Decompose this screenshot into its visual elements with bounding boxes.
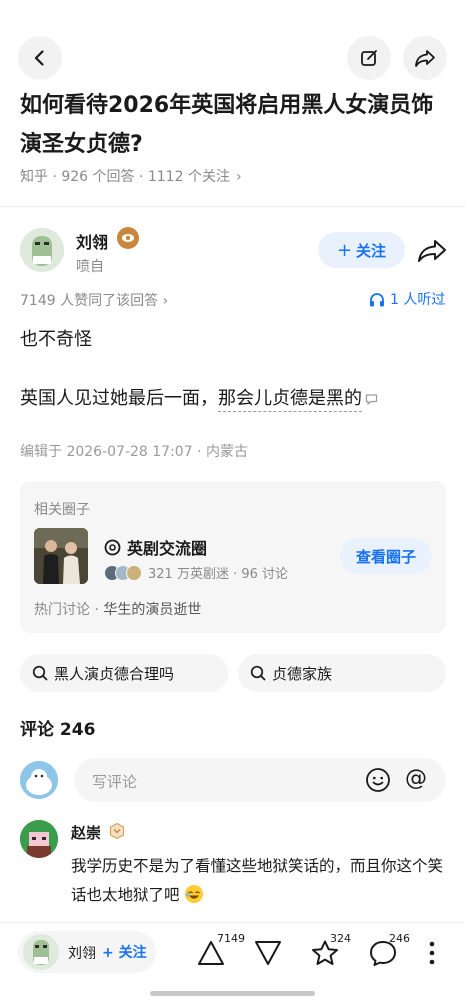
hot-discussion[interactable]: 热门讨论 · 华生的演员逝世 <box>34 599 201 619</box>
comments-title: 评论 246 <box>20 720 96 740</box>
answer-paragraph-1: 也不奇怪 <box>20 329 92 350</box>
author-avatar[interactable] <box>20 228 64 272</box>
circle-stats-text: 321 万英剧迷 · 96 讨论 <box>148 567 289 582</box>
chevron-right-icon: › <box>235 169 242 185</box>
question-title[interactable]: 如何看待2026年英国将启用黑人女演员饰演圣女贞德? <box>20 86 450 164</box>
edit-icon <box>361 50 377 66</box>
circle-logo-icon <box>104 539 121 555</box>
avatar-image <box>20 228 64 272</box>
related-search-text: 黑人演贞德合理吗 <box>54 664 175 683</box>
write-answer-button[interactable] <box>347 36 391 80</box>
related-search-chip[interactable]: 黑人演贞德合理吗 <box>20 654 228 692</box>
home-indicator <box>150 991 315 996</box>
question-meta[interactable]: 知乎 · 926 个回答 · 1112 个关注 › <box>20 166 242 186</box>
favorite-count: 324 <box>330 932 351 945</box>
plus-icon: + <box>336 239 353 261</box>
author-headline: 喷自 <box>76 259 104 275</box>
emoji-icon[interactable] <box>365 767 391 793</box>
commenter-avatar[interactable] <box>20 820 58 858</box>
divider <box>0 206 465 207</box>
comment-input[interactable]: 写评论 @ <box>74 758 446 802</box>
votes-summary[interactable]: 7149 人赞同了该回答 › <box>20 290 168 310</box>
comment-input-placeholder: 写评论 <box>92 773 138 791</box>
bottom-follow-button[interactable]: + 关注 <box>102 942 147 962</box>
top-navigation-bar <box>0 36 465 80</box>
question-meta-text: 知乎 · 926 个回答 · 1112 个关注 <box>20 169 230 185</box>
follow-author-button[interactable]: + 关注 <box>318 232 405 268</box>
comment-count: 246 <box>389 932 410 945</box>
circle-thumbnail <box>34 528 88 584</box>
answer-text-plain: 英国人见过她最后一面， <box>20 388 218 409</box>
share-answer-icon[interactable] <box>417 237 447 265</box>
search-icon <box>250 665 266 681</box>
circle-name[interactable]: 英剧交流圈 <box>104 535 207 559</box>
listen-label: 1 人听过 <box>390 292 446 308</box>
hot-discussion-prefix: 热门讨论 · <box>34 602 104 618</box>
related-search-chip[interactable]: 贞德家族 <box>238 654 446 692</box>
mention-icon[interactable]: @ <box>405 766 427 791</box>
answer-text-annotated[interactable]: 那会儿贞德是黑的 <box>218 388 362 412</box>
comment-text: 我学历史不是为了看懂这些地狱笑话的，而且你这个笑话也太地狱了吧 <box>71 852 446 910</box>
circle-stats: 321 万英剧迷 · 96 讨论 <box>104 563 288 582</box>
related-circle-card[interactable]: 相关圈子 英剧交流圈 321 万英剧迷 · 96 讨论 查看圈子 热门讨论 · … <box>20 481 446 633</box>
member-avatar <box>126 564 142 581</box>
upvote-count: 7149 <box>217 932 245 945</box>
share-icon <box>415 50 435 67</box>
bottom-author-chip[interactable]: 刘翎 + 关注 <box>18 931 156 973</box>
related-circle-label: 相关圈子 <box>34 502 90 518</box>
headphone-icon <box>370 292 384 306</box>
commenter-name[interactable]: 赵崇 <box>71 822 101 843</box>
search-icon <box>32 665 48 681</box>
laugh-emoji-icon <box>185 885 204 903</box>
author-name[interactable]: 刘翎 <box>76 229 108 253</box>
follow-label: 关注 <box>356 241 387 260</box>
level-badge-icon <box>109 822 125 840</box>
edit-timestamp: 编辑于 2026-07-28 17:07 · 内蒙古 <box>20 444 248 460</box>
related-search-text: 贞德家族 <box>272 664 333 683</box>
bottom-action-bar: 刘翎 + 关注 7149 324 246 <box>0 922 465 1000</box>
comment-bubble-icon[interactable] <box>365 393 378 405</box>
view-circle-button[interactable]: 查看圈子 <box>340 538 432 574</box>
member-avatars <box>104 564 142 581</box>
listen-count[interactable]: 1 人听过 <box>369 289 445 309</box>
back-button[interactable] <box>18 36 62 80</box>
bottom-author-avatar <box>23 934 59 970</box>
answer-paragraph-2: 英国人见过她最后一面，那会儿贞德是黑的 <box>20 384 378 412</box>
share-button[interactable] <box>403 36 447 80</box>
circle-name-text: 英剧交流圈 <box>127 539 208 558</box>
bottom-author-name: 刘翎 <box>68 946 96 962</box>
downvote-icon[interactable] <box>253 939 283 967</box>
hot-discussion-topic: 华生的演员逝世 <box>103 602 202 618</box>
back-arrow-icon <box>34 50 44 66</box>
eye-badge-icon[interactable] <box>117 227 139 249</box>
my-avatar <box>20 761 58 799</box>
more-icon[interactable] <box>427 939 437 967</box>
comment-body: 我学历史不是为了看懂这些地狱笑话的，而且你这个笑话也太地狱了吧 <box>71 857 444 904</box>
